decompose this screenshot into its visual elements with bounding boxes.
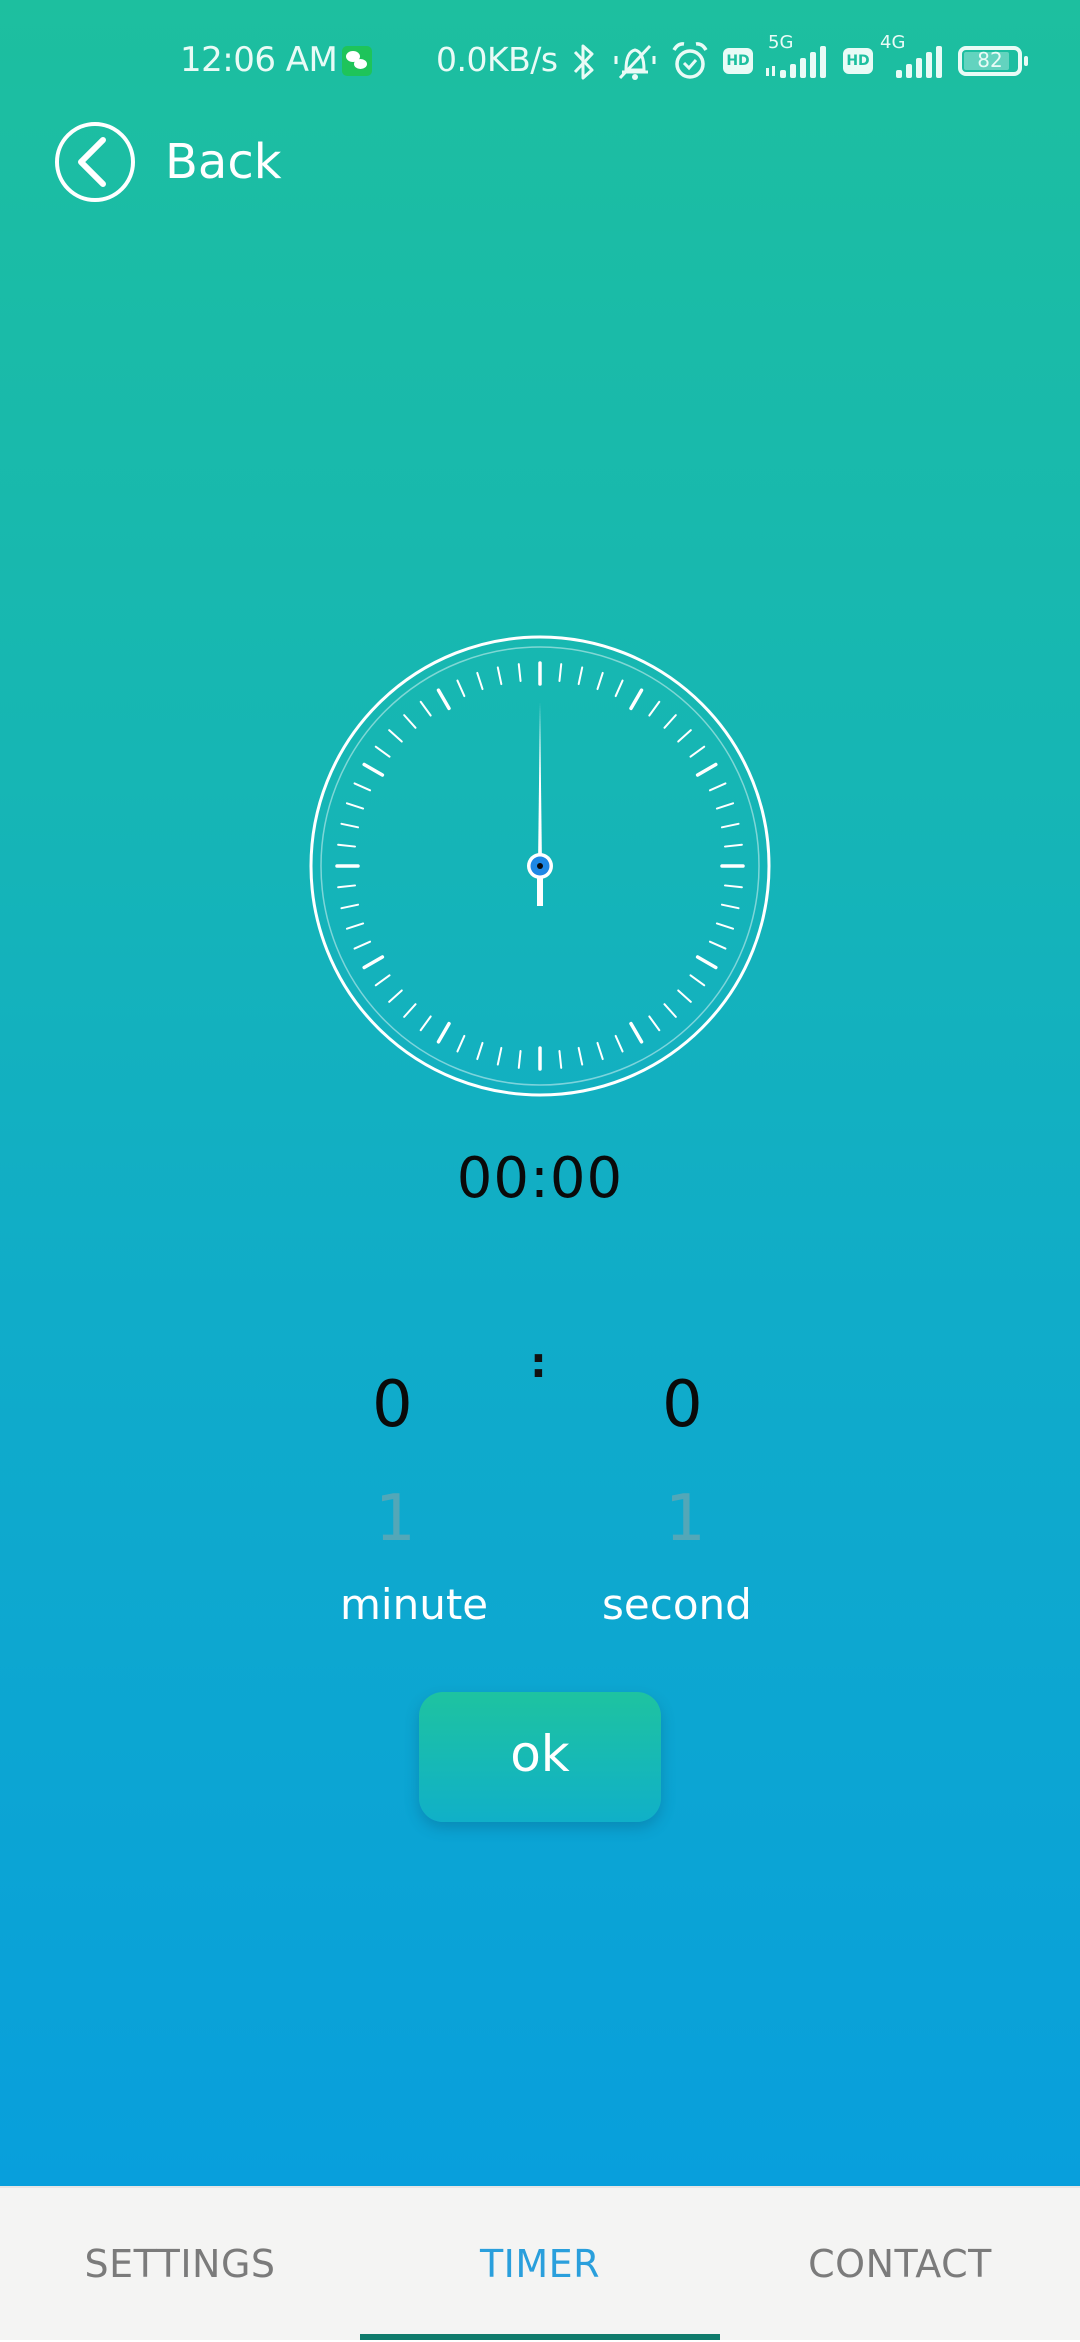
battery-icon: 82 — [958, 46, 1028, 76]
minor-tick — [388, 729, 403, 743]
tab-contact[interactable]: CONTACT — [720, 2188, 1080, 2342]
status-time: 12:06 AM — [180, 40, 338, 80]
minor-tick — [496, 666, 503, 686]
minor-tick — [476, 1041, 484, 1061]
minute-label: minute — [340, 1580, 489, 1629]
major-tick — [695, 955, 718, 970]
active-tab-indicator — [360, 2334, 720, 2340]
minor-tick — [374, 745, 391, 758]
back-arrow-icon — [55, 122, 135, 202]
minor-tick — [337, 843, 357, 848]
hd-icon: HD — [723, 48, 753, 74]
minor-tick — [708, 940, 727, 950]
minor-tick — [558, 663, 563, 683]
tab-timer[interactable]: TIMER — [360, 2188, 720, 2342]
minor-tick — [374, 974, 391, 987]
minor-tick — [708, 782, 727, 792]
minor-tick — [720, 822, 740, 829]
major-tick — [695, 762, 718, 777]
minor-tick — [517, 663, 522, 683]
major-tick — [436, 688, 451, 711]
vibrate-mute-icon — [614, 44, 656, 80]
wechat-icon — [342, 46, 372, 76]
signal-4g-icon — [896, 46, 942, 78]
minor-tick — [337, 884, 357, 889]
back-label: Back — [165, 134, 282, 190]
major-tick — [362, 762, 385, 777]
second-value[interactable]: 0 — [662, 1368, 703, 1442]
minor-tick — [517, 1049, 522, 1069]
second-label: second — [602, 1580, 752, 1629]
minute-next-value[interactable]: 1 — [375, 1482, 416, 1556]
hand-needle — [538, 702, 542, 866]
major-tick — [629, 1021, 644, 1044]
minor-tick — [353, 940, 372, 950]
minor-tick — [689, 974, 706, 987]
minor-tick — [723, 884, 743, 889]
minor-tick — [723, 843, 743, 848]
minor-tick — [388, 989, 403, 1003]
minor-tick — [340, 822, 360, 829]
minor-tick — [648, 1015, 661, 1032]
major-tick — [629, 688, 644, 711]
minor-tick — [715, 802, 735, 810]
minute-value[interactable]: 0 — [372, 1368, 413, 1442]
minor-tick — [689, 745, 706, 758]
minor-tick — [663, 1003, 677, 1018]
minor-tick — [353, 782, 372, 792]
battery-level: 82 — [977, 48, 1003, 72]
minor-tick — [345, 922, 365, 930]
minor-tick — [419, 1015, 432, 1032]
timer-display: 00:00 — [456, 1146, 624, 1211]
minor-tick — [456, 679, 466, 698]
hub-dot — [537, 863, 543, 869]
minor-tick — [496, 1046, 503, 1066]
minor-tick — [403, 1003, 417, 1018]
minor-tick — [677, 989, 692, 1003]
bluetooth-icon — [573, 44, 594, 80]
signal-5g-icon — [766, 46, 826, 78]
back-button[interactable]: Back — [55, 118, 282, 206]
minor-tick — [419, 700, 432, 717]
minor-tick — [476, 671, 484, 691]
second-next-value[interactable]: 1 — [665, 1482, 706, 1556]
stopwatch-dial — [309, 635, 771, 1097]
bottom-tab-bar: SETTINGS TIMER CONTACT — [0, 2186, 1080, 2340]
ok-button[interactable]: ok — [419, 1692, 661, 1822]
net-speed: 0.0KB/s — [436, 40, 558, 79]
minor-tick — [340, 903, 360, 910]
major-tick — [362, 955, 385, 970]
major-tick — [436, 1021, 451, 1044]
minor-tick — [663, 714, 677, 729]
tab-settings[interactable]: SETTINGS — [0, 2188, 360, 2342]
minor-tick — [596, 1041, 604, 1061]
alarm-icon — [672, 42, 708, 79]
minor-tick — [577, 1046, 584, 1066]
minor-tick — [614, 679, 624, 698]
minor-tick — [403, 714, 417, 729]
minor-tick — [596, 671, 604, 691]
minor-tick — [677, 729, 692, 743]
minor-tick — [577, 666, 584, 686]
minor-tick — [456, 1034, 466, 1053]
minor-tick — [720, 903, 740, 910]
minor-tick — [558, 1049, 563, 1069]
status-bar: 12:06 AM 0.0KB/s HD 5G HD 4G 82 — [0, 32, 1080, 88]
hd-icon-2: HD — [843, 48, 873, 74]
minor-tick — [345, 802, 365, 810]
minor-tick — [648, 700, 661, 717]
minor-tick — [614, 1034, 624, 1053]
picker-separator: : — [530, 1338, 547, 1387]
minor-tick — [715, 922, 735, 930]
